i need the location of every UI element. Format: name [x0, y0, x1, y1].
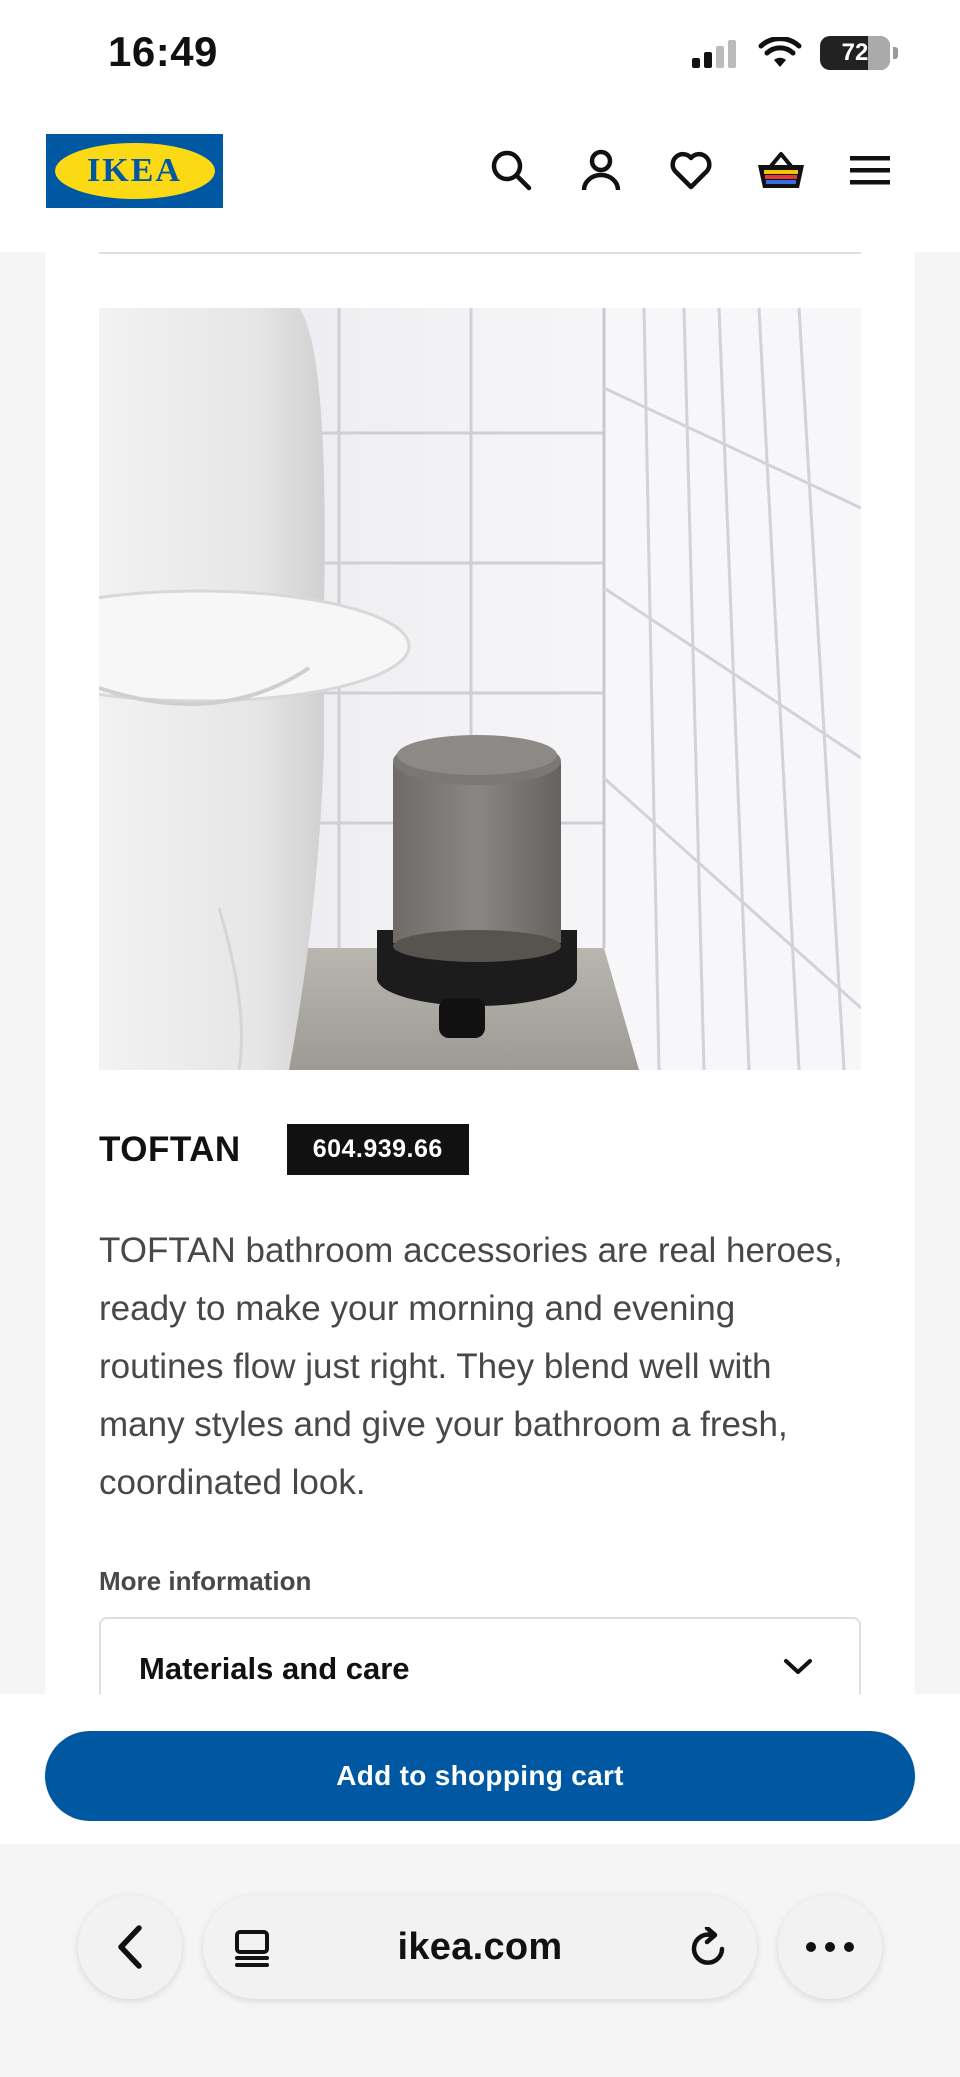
site-header: IKEA — [0, 120, 960, 252]
product-description: TOFTAN bathroom accessories are real her… — [99, 1231, 843, 1502]
materials-and-care-accordion[interactable]: Materials and care — [99, 1617, 861, 1694]
chevron-left-icon — [118, 1925, 142, 1969]
browser-toolbar: ikea.com — [0, 1870, 960, 2077]
cellular-signal-icon — [692, 40, 736, 68]
product-image[interactable] — [99, 308, 861, 1070]
status-time: 16:49 — [108, 28, 218, 75]
reload-icon[interactable] — [689, 1927, 729, 1969]
chevron-down-icon — [784, 1659, 812, 1674]
cart-icon[interactable] — [751, 140, 811, 200]
product-card: TOFTAN 604.939.66 TOFTAN bathroom access… — [45, 252, 915, 1694]
logo-text: IKEA — [87, 152, 182, 189]
address-bar[interactable]: ikea.com — [203, 1895, 757, 1999]
heart-icon[interactable] — [661, 140, 721, 200]
tabs-icon[interactable] — [233, 1929, 273, 1969]
more-information-heading: More information — [99, 1566, 312, 1596]
url-text: ikea.com — [397, 1925, 563, 1968]
product-name: TOFTAN — [99, 1129, 241, 1169]
menu-icon[interactable] — [840, 140, 900, 200]
account-icon[interactable] — [571, 140, 631, 200]
ellipsis-icon — [806, 1942, 854, 1952]
accordion-title: Materials and care — [139, 1651, 410, 1686]
add-to-cart-button[interactable]: Add to shopping cart — [45, 1731, 915, 1821]
status-icons: 72 — [690, 36, 898, 70]
back-button[interactable] — [78, 1895, 182, 1999]
divider — [99, 252, 861, 254]
search-icon[interactable] — [481, 140, 541, 200]
more-options-button[interactable] — [778, 1895, 882, 1999]
battery-indicator: 72 — [820, 36, 898, 70]
ikea-logo[interactable]: IKEA — [46, 134, 223, 208]
article-number-badge: 604.939.66 — [286, 1124, 469, 1175]
battery-level: 72 — [841, 39, 869, 66]
wifi-icon — [758, 37, 802, 67]
status-bar: 16:49 72 — [0, 0, 960, 120]
product-title-row: TOFTAN 604.939.66 — [99, 1124, 469, 1175]
